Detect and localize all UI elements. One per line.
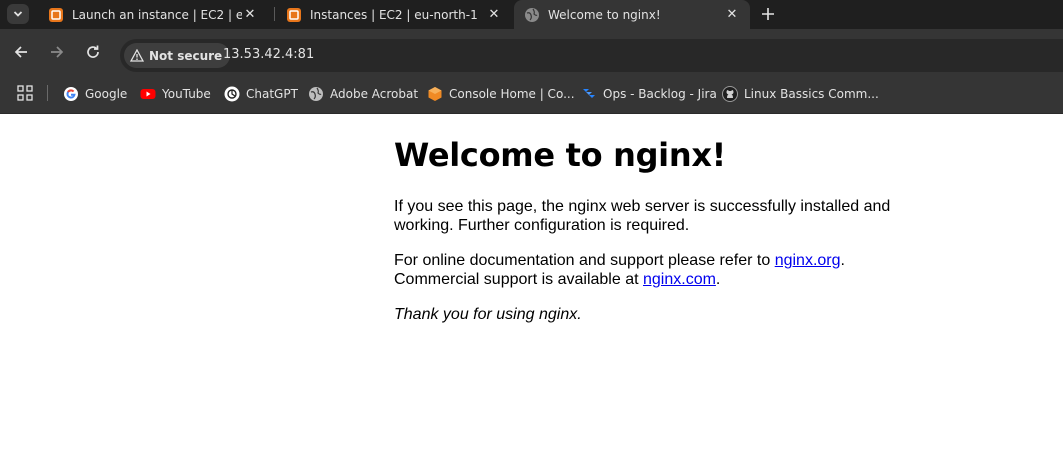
tab-launch-instance[interactable]: Launch an instance | EC2 | eu-no ✕: [38, 2, 268, 27]
aws-icon: [428, 87, 442, 101]
jira-icon: [583, 89, 595, 98]
page-title: Welcome to nginx!: [394, 136, 726, 174]
page-content: Welcome to nginx! If you see this page, …: [394, 114, 914, 323]
github-icon: [722, 86, 738, 102]
bookmark-label: Linux Bassics Comm...: [744, 87, 879, 101]
url-text[interactable]: 13.53.42.4:81: [223, 47, 314, 62]
bookmark-linux-basics[interactable]: Linux Bassics Comm...: [722, 85, 879, 103]
bookmark-chatgpt[interactable]: ChatGPT: [224, 85, 298, 103]
docs-period: .: [840, 252, 845, 269]
youtube-icon: [140, 89, 156, 99]
tab-strip: Launch an instance | EC2 | eu-no ✕ Insta…: [0, 0, 1063, 29]
chatgpt-icon: [224, 86, 240, 102]
intro-paragraph: If you see this page, the nginx web serv…: [394, 197, 890, 235]
bookmarks-divider: [47, 85, 48, 101]
bookmarks-bar: Google YouTube ChatGPT Adobe Acrobat Con…: [0, 74, 1063, 114]
bookmark-label: YouTube: [162, 87, 211, 101]
tab-search-button[interactable]: [7, 4, 29, 24]
nginx-com-link[interactable]: nginx.com: [643, 271, 716, 288]
warning-icon: [130, 49, 144, 62]
globe-icon: [525, 7, 539, 22]
aws-icon: [49, 7, 63, 22]
reload-button[interactable]: [83, 42, 103, 62]
bookmark-youtube[interactable]: YouTube: [140, 85, 211, 103]
commercial-text: Commercial support is available at: [394, 271, 643, 288]
commercial-period: .: [715, 271, 721, 288]
arrow-left-icon: [14, 46, 27, 58]
bookmark-adobe-acrobat[interactable]: Adobe Acrobat: [308, 85, 418, 103]
docs-text: For online documentation and support ple…: [394, 252, 775, 269]
intro-line-1: If you see this page, the nginx web serv…: [394, 198, 891, 215]
bookmark-label: Ops - Backlog - Jira: [603, 87, 717, 101]
bookmark-label: Google: [85, 87, 128, 101]
close-icon[interactable]: ✕: [486, 7, 502, 23]
thank-you-text: Thank you for using nginx.: [394, 306, 582, 323]
back-button[interactable]: [11, 42, 31, 62]
tab-title: Instances | EC2 | eu-north-1: [310, 7, 478, 22]
support-paragraph: For online documentation and support ple…: [394, 251, 845, 289]
address-bar[interactable]: Not secure 13.53.42.4:81: [120, 39, 1063, 72]
arrow-right-icon: [51, 46, 64, 58]
globe-icon: [309, 87, 323, 101]
google-icon: [64, 87, 78, 101]
bookmark-google[interactable]: Google: [63, 85, 127, 103]
bookmark-console-home[interactable]: Console Home | Co...: [427, 85, 575, 103]
bookmark-label: Adobe Acrobat: [330, 87, 419, 101]
tab-welcome-nginx[interactable]: Welcome to nginx! ✕: [514, 0, 750, 29]
chevron-down-icon: [13, 11, 23, 17]
reload-icon: [87, 45, 99, 58]
apps-grid-icon[interactable]: [17, 85, 33, 101]
tab-divider: [274, 7, 275, 21]
forward-button[interactable]: [47, 42, 67, 62]
browser-toolbar: Not secure 13.53.42.4:81: [0, 29, 1063, 74]
nginx-org-link[interactable]: nginx.org: [775, 252, 841, 269]
tab-title: Launch an instance | EC2 | eu-no: [72, 7, 242, 22]
intro-line-2: working. Further configuration is requir…: [394, 217, 690, 234]
tab-title: Welcome to nginx!: [548, 7, 661, 22]
new-tab-button[interactable]: [758, 4, 778, 24]
bookmark-label: ChatGPT: [246, 87, 298, 101]
close-icon[interactable]: ✕: [724, 7, 740, 23]
plus-icon: [762, 8, 774, 20]
close-icon[interactable]: ✕: [242, 7, 258, 23]
bookmark-jira[interactable]: Ops - Backlog - Jira: [581, 85, 717, 103]
security-chip[interactable]: Not secure: [124, 43, 231, 68]
security-label: Not secure: [149, 48, 223, 63]
bookmark-label: Console Home | Co...: [449, 87, 575, 101]
tab-instances[interactable]: Instances | EC2 | eu-north-1 ✕: [276, 2, 512, 27]
aws-icon: [287, 7, 301, 22]
